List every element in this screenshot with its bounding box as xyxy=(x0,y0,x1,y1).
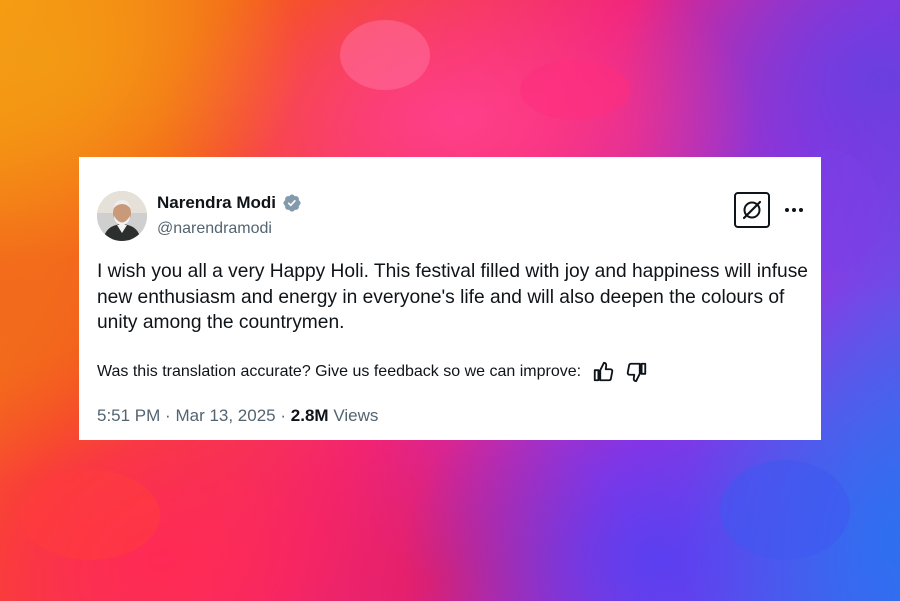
thumbs-up-button[interactable] xyxy=(591,360,615,384)
views-count: 2.8M xyxy=(290,406,329,425)
meta-separator: · xyxy=(165,406,171,425)
color-splash xyxy=(340,20,430,90)
tweet-meta: 5:51 PM · Mar 13, 2025 · 2.8M Views xyxy=(97,405,378,427)
avatar[interactable] xyxy=(97,191,147,241)
verified-badge-icon xyxy=(283,194,301,212)
thumbs-down-icon xyxy=(626,362,647,383)
x-logo-icon xyxy=(742,200,762,220)
color-splash xyxy=(720,460,850,560)
views-label: Views xyxy=(333,406,379,425)
tweet-card: Narendra Modi @narendramodi I wish you a… xyxy=(79,157,821,440)
thumbs-down-button[interactable] xyxy=(625,360,649,384)
meta-separator: · xyxy=(280,406,287,425)
more-options-button[interactable] xyxy=(781,199,807,221)
translation-feedback-text: Was this translation accurate? Give us f… xyxy=(97,363,582,380)
author-row: Narendra Modi xyxy=(157,193,302,213)
x-logo-button[interactable] xyxy=(734,192,770,228)
color-splash xyxy=(520,60,630,120)
author-handle[interactable]: @narendramodi xyxy=(157,219,272,239)
translation-feedback-row: Was this translation accurate? Give us f… xyxy=(97,360,649,384)
tweet-text: I wish you all a very Happy Holi. This f… xyxy=(97,261,808,333)
tweet-time[interactable]: 5:51 PM xyxy=(97,406,160,425)
tweet-date[interactable]: Mar 13, 2025 xyxy=(175,406,275,425)
thumbs-up-icon xyxy=(593,361,614,382)
more-options-icon xyxy=(785,208,803,212)
color-splash xyxy=(20,470,160,560)
author-name[interactable]: Narendra Modi xyxy=(157,193,276,213)
